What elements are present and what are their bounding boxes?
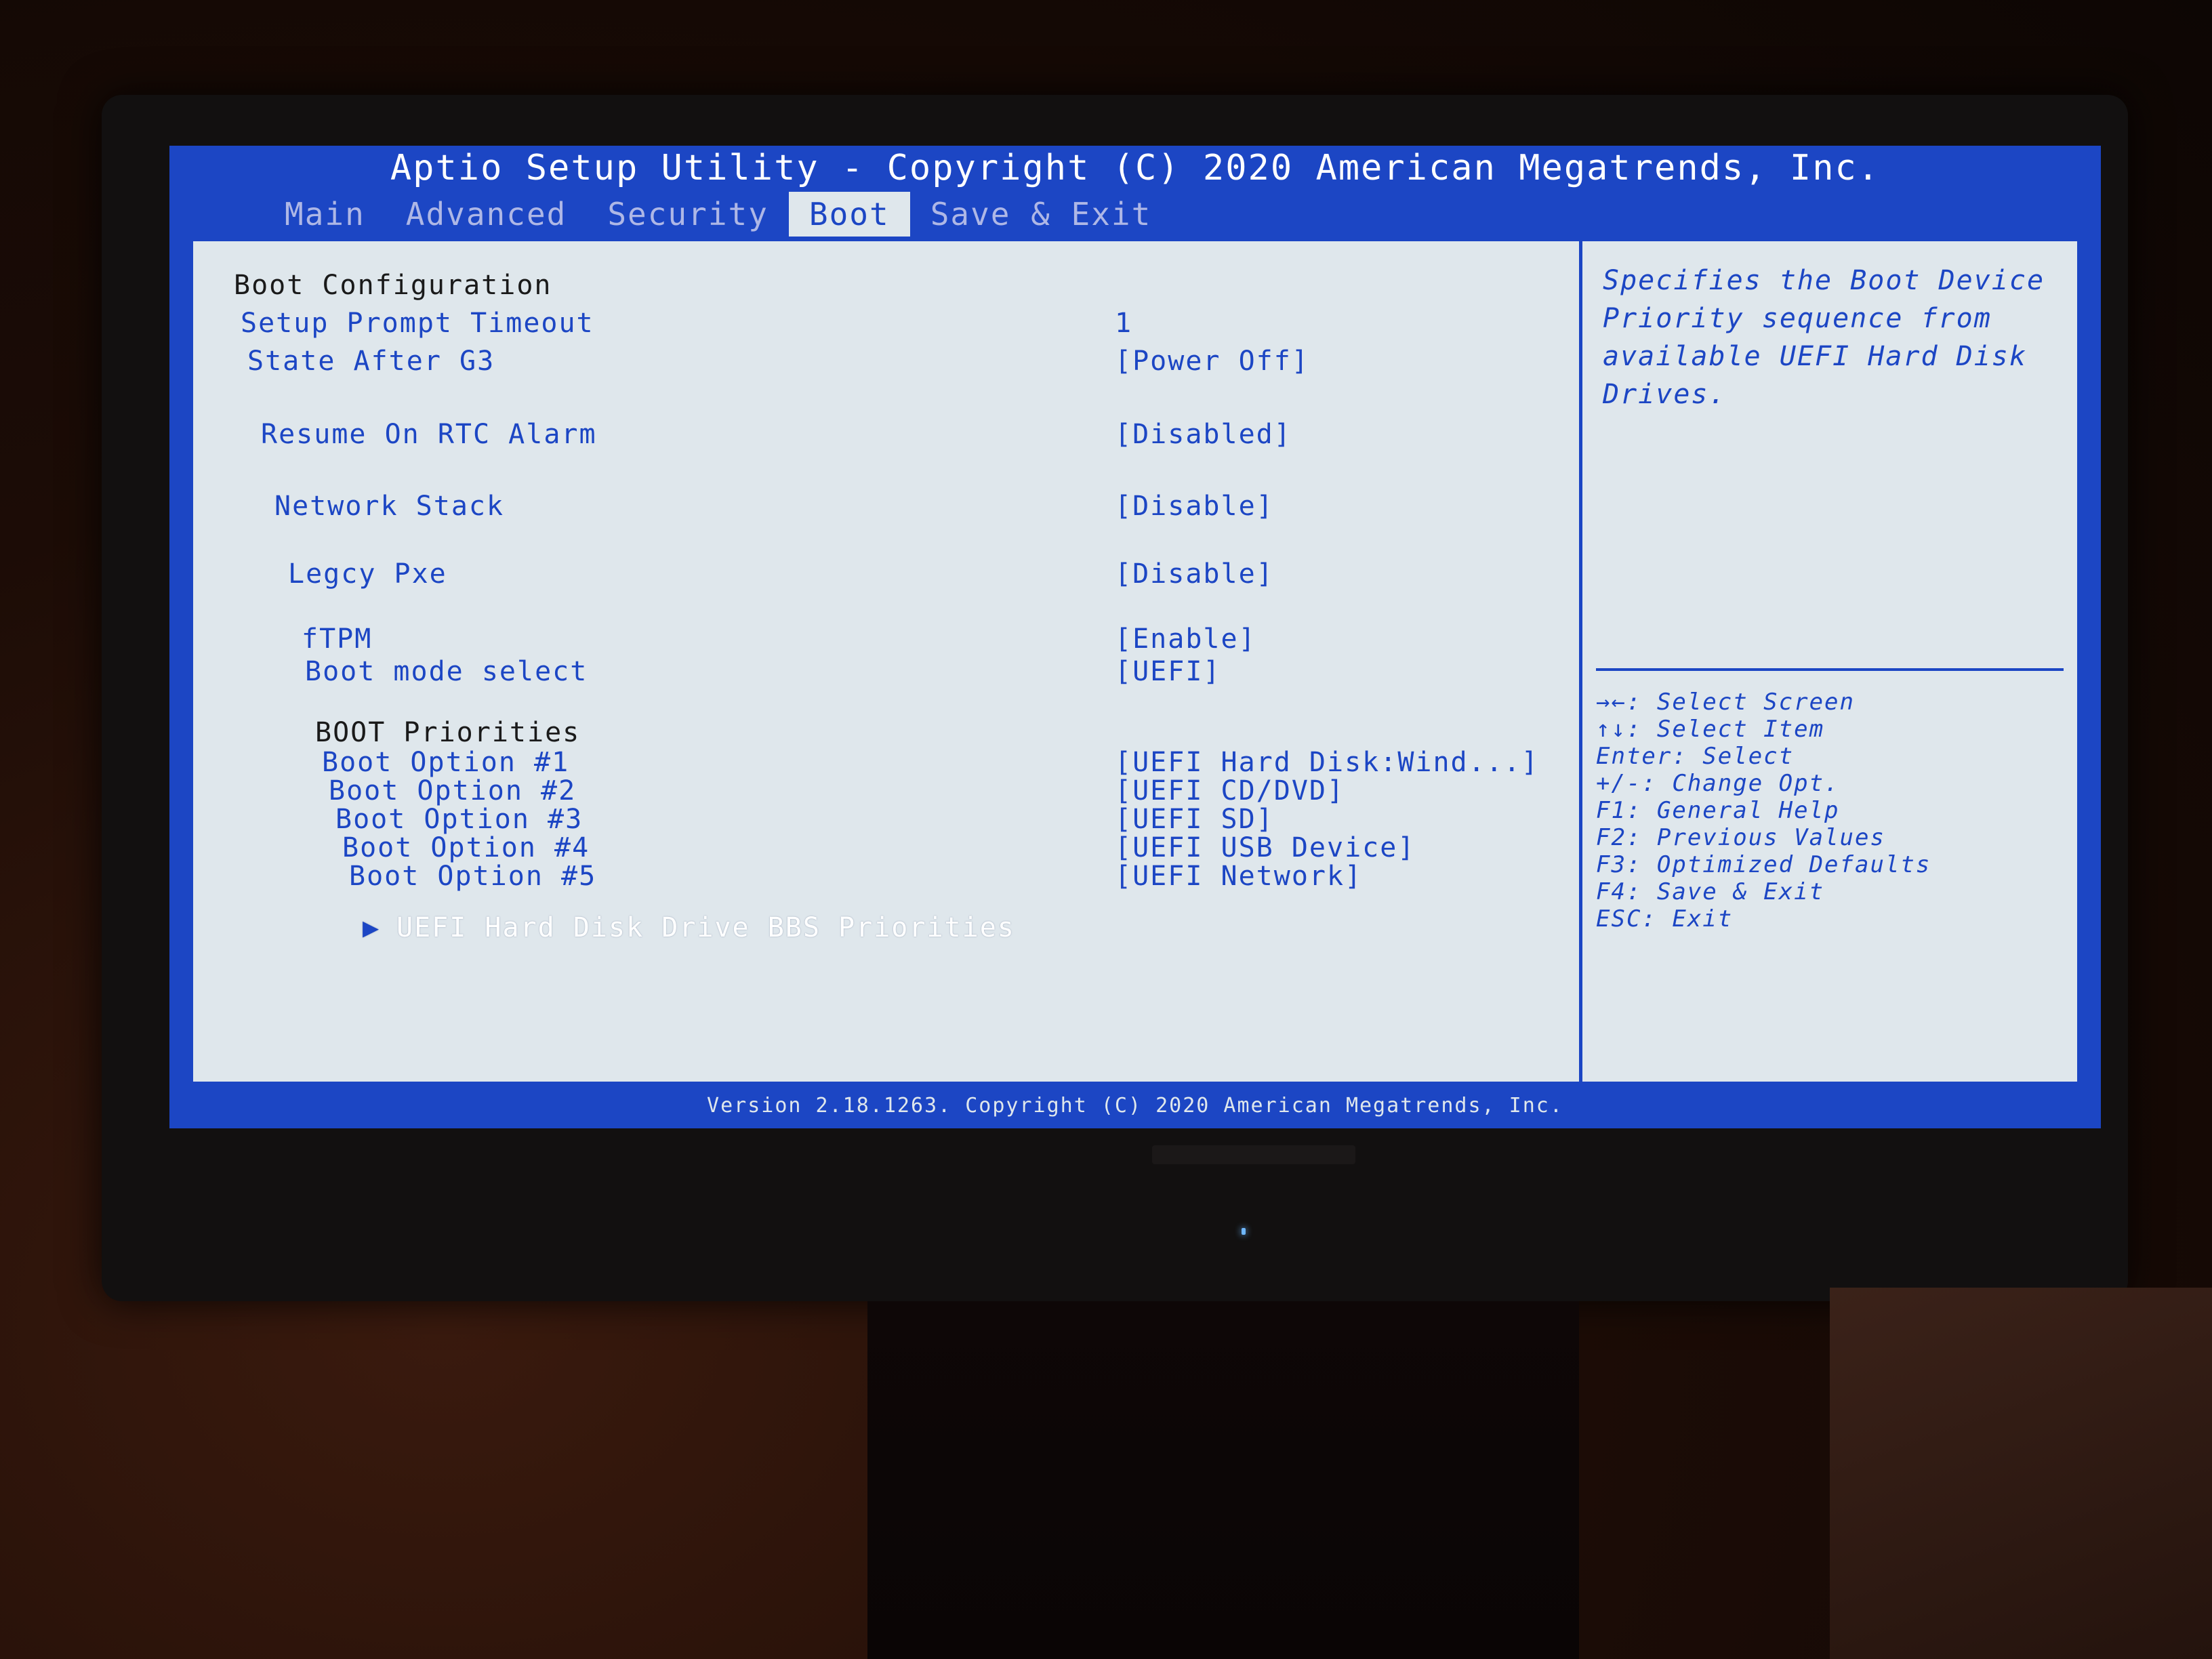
setting-value[interactable]: [Disabled] [1115,417,1292,451]
version-footer: Version 2.18.1263. Copyright (C) 2020 Am… [707,1094,1563,1118]
setting-label: Legcy Pxe [288,558,447,590]
key-save-exit: F4: Save & Exit [1596,878,1825,905]
key-general-help: F1: General Help [1596,797,1840,824]
boot-config-heading-row: Boot Configuration [193,268,1576,302]
setting-value[interactable]: 1 [1115,306,1132,340]
setting-label: State After G3 [247,346,495,377]
setting-label: Setup Prompt Timeout [241,308,594,339]
help-description: Specifies the Boot Device Priority seque… [1603,265,2045,410]
setting-value[interactable]: [Enable] [1115,622,1256,656]
tab-boot[interactable]: Boot [788,192,910,237]
monitor-logo [1152,1145,1355,1164]
setting-legcy-pxe[interactable]: Legcy Pxe [Disable] [193,557,1576,591]
key-enter-select: Enter: Select [1596,743,1795,770]
boot-option-value[interactable]: [UEFI Network] [1115,859,1362,893]
tab-advanced[interactable]: Advanced [386,192,588,237]
tab-bar: Main Advanced Security Boot Save & Exit [264,192,1172,237]
submenu-arrow-icon: ▶ [363,912,381,943]
settings-list: Boot Configuration Setup Prompt Timeout … [193,241,1582,1082]
key-legend: →←: Select Screen ↑↓: Select Item Enter:… [1596,689,2070,933]
setting-label: Boot mode select [305,656,588,687]
setting-label: Resume On RTC Alarm [261,419,597,450]
tab-security[interactable]: Security [587,192,789,237]
settings-panel: Boot Configuration Setup Prompt Timeout … [190,238,2081,1085]
boot-priorities-heading: BOOT Priorities [315,717,581,748]
desk-papers [1830,1288,2212,1659]
boot-option-label: Boot Option #5 [349,861,597,892]
setting-value[interactable]: [Disable] [1115,489,1274,523]
boot-option-5[interactable]: Boot Option #5 [UEFI Network] [193,859,1576,893]
help-divider [1596,668,2064,671]
setting-label: fTPM [302,623,373,655]
boot-config-heading: Boot Configuration [234,270,552,301]
setting-ftpm[interactable]: fTPM [Enable] [193,622,1576,656]
key-select-item: ↑↓: Select Item [1596,716,1825,743]
setting-value[interactable]: [Disable] [1115,557,1274,591]
setting-value[interactable]: [UEFI] [1115,655,1221,689]
key-esc-exit: ESC: Exit [1596,905,1734,933]
key-change-opt: +/-: Change Opt. [1596,770,1840,797]
setting-value[interactable]: [Power Off] [1115,344,1309,378]
key-optimized-defaults: F3: Optimized Defaults [1596,851,1931,878]
boot-priorities-heading-row: BOOT Priorities [193,716,1576,750]
power-led [1242,1228,1246,1235]
setting-setup-prompt-timeout[interactable]: Setup Prompt Timeout 1 [193,306,1576,340]
setting-label: Network Stack [274,491,505,522]
tab-save-exit[interactable]: Save & Exit [910,192,1172,237]
tab-main[interactable]: Main [264,192,386,237]
setting-state-after-g3[interactable]: State After G3 [Power Off] [193,344,1576,378]
bios-screen: Aptio Setup Utility - Copyright (C) 2020… [169,146,2101,1128]
key-select-screen: →←: Select Screen [1596,689,1855,716]
setting-boot-mode-select[interactable]: Boot mode select [UEFI] [193,655,1576,689]
submenu-label: UEFI Hard Disk Drive BBS Priorities [396,912,1015,943]
setting-resume-rtc-alarm[interactable]: Resume On RTC Alarm [Disabled] [193,417,1576,451]
setting-network-stack[interactable]: Network Stack [Disable] [193,489,1576,523]
submenu-bbs-priorities[interactable]: ▶ UEFI Hard Disk Drive BBS Priorities [193,911,1576,945]
key-previous-values: F2: Previous Values [1596,824,1885,851]
help-pane: Specifies the Boot Device Priority seque… [1582,241,2077,1082]
monitor-stand [867,1301,1579,1659]
bios-title: Aptio Setup Utility - Copyright (C) 2020… [390,148,1881,188]
